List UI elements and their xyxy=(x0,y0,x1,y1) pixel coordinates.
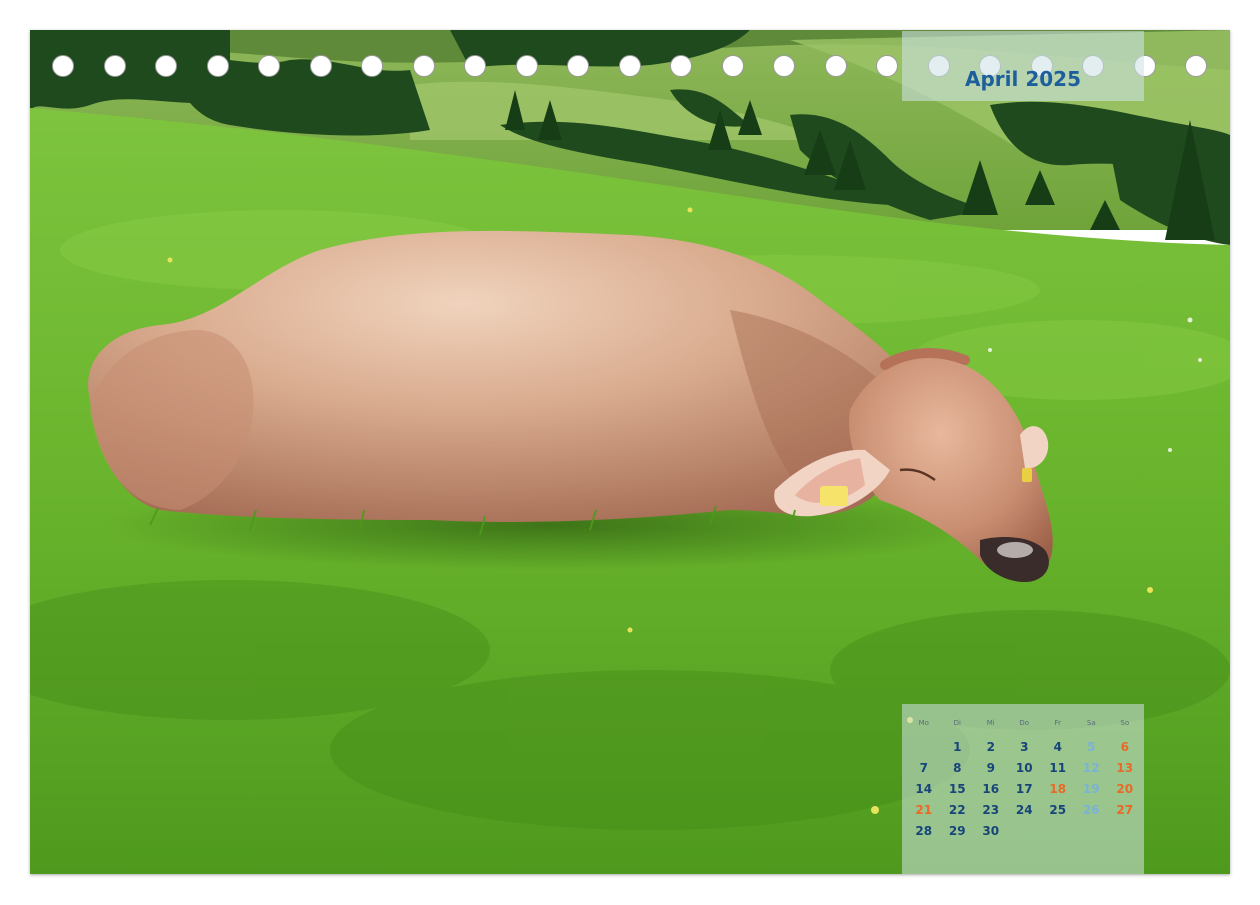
calendar-day: 13 xyxy=(1116,761,1134,775)
calendar-day: 2 xyxy=(986,740,995,754)
binding-hole xyxy=(309,55,332,77)
weekday-header: So xyxy=(1120,719,1130,727)
binding-hole xyxy=(361,55,383,77)
calendar-day: 26 xyxy=(1082,803,1100,817)
weekday-header: Di xyxy=(953,719,961,727)
binding-hole xyxy=(670,55,692,77)
weekday-header: Fr xyxy=(1054,719,1061,727)
calendar-day: 21 xyxy=(915,803,933,817)
binding-hole xyxy=(618,55,641,77)
calendar-day: 24 xyxy=(1015,803,1033,817)
calendar-day: 6 xyxy=(1120,740,1129,754)
binding-hole xyxy=(515,55,538,77)
calendar-day: 3 xyxy=(1020,740,1029,754)
weekday-header: Mi xyxy=(986,719,995,727)
binding-hole xyxy=(824,55,847,77)
binding-hole xyxy=(155,55,177,77)
month-header: April 2025 xyxy=(902,31,1144,101)
calendar-day: 15 xyxy=(948,782,966,796)
weekday-header: Sa xyxy=(1086,719,1096,727)
binding-hole xyxy=(1185,55,1207,77)
calendar-day: 25 xyxy=(1049,803,1067,817)
calendar-day: 8 xyxy=(953,761,962,775)
binding-hole xyxy=(412,55,435,77)
calendar-day: 11 xyxy=(1049,761,1067,775)
calendar-day: 17 xyxy=(1015,782,1033,796)
binding-hole xyxy=(206,55,229,77)
calendar-day: 28 xyxy=(915,824,933,838)
calendar-day: 18 xyxy=(1049,782,1067,796)
binding-hole xyxy=(52,55,74,77)
calendar-panel: Mo Di Mi Do Fr Sa So 1 2 3 4 5 6 7 8 9 10 11 12 13 14 15 16 17 1… xyxy=(902,704,1144,874)
calendar-day: 23 xyxy=(982,803,1000,817)
weekday-header: Do xyxy=(1019,719,1030,727)
binding-hole xyxy=(721,55,744,77)
calendar-day: 4 xyxy=(1053,740,1062,754)
calendar-day: 20 xyxy=(1116,782,1134,796)
calendar-day: 9 xyxy=(986,761,995,775)
calendar-day: 22 xyxy=(948,803,966,817)
calendar-day: 1 xyxy=(953,740,962,754)
month-title: April 2025 xyxy=(965,67,1081,91)
binding-hole xyxy=(773,55,795,77)
weekday-header: Mo xyxy=(918,719,929,727)
calendar-day: 27 xyxy=(1116,803,1134,817)
calendar-day: 19 xyxy=(1082,782,1100,796)
calendar-day: 30 xyxy=(982,824,1000,838)
calendar-grid: Mo Di Mi Do Fr Sa So 1 2 3 4 5 6 7 8 9 10 11 12 13 14 15 16 17 1… xyxy=(907,716,1142,842)
binding-hole xyxy=(103,55,126,77)
binding-hole xyxy=(876,55,898,77)
calendar-day: 14 xyxy=(915,782,933,796)
binding-hole xyxy=(567,55,589,77)
calendar-day: 12 xyxy=(1082,761,1100,775)
binding-hole xyxy=(258,55,280,77)
calendar-day: 5 xyxy=(1087,740,1096,754)
calendar-day: 16 xyxy=(982,782,1000,796)
calendar-blank-cell xyxy=(907,737,941,758)
calendar-day: 10 xyxy=(1015,761,1033,775)
binding-hole xyxy=(464,55,486,77)
calendar-day: 29 xyxy=(948,824,966,838)
calendar-day: 7 xyxy=(919,761,928,775)
